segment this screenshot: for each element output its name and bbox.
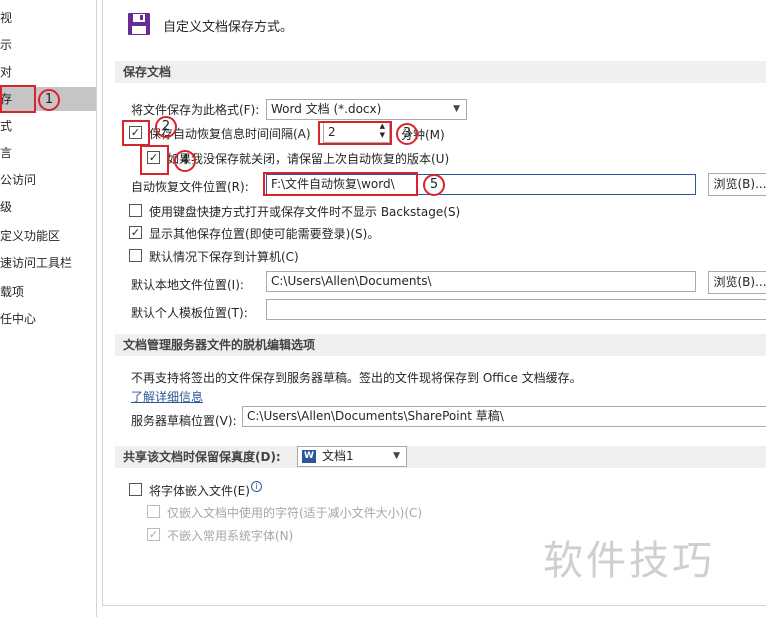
annotation-box-minutes	[318, 121, 392, 145]
chevron-down-icon: ▼	[393, 451, 400, 461]
sidebar-item-quick-access[interactable]: 速访问工具栏	[0, 251, 96, 275]
embed-fonts-label: 将字体嵌入文件(E)	[149, 484, 250, 498]
embed-used-chars-checkbox	[147, 505, 160, 518]
hide-backstage-label: 使用键盘快捷方式打开或保存文件时不显示 Backstage(S)	[149, 205, 461, 219]
show-additional-places-checkbox[interactable]: ✓	[129, 226, 142, 239]
info-icon[interactable]: i	[251, 481, 262, 492]
sidebar-item-customize-ribbon[interactable]: 定义功能区	[0, 224, 96, 248]
server-drafts-label: 服务器草稿位置(V):	[131, 414, 237, 428]
annotation-1: 1	[38, 89, 60, 111]
embed-fonts-checkbox[interactable]	[129, 483, 142, 496]
browse-default-local-button[interactable]: 浏览(B)...	[708, 271, 766, 294]
keep-last-version-label: 如果我没保存就关闭，请保留上次自动恢复的版本(U)	[167, 152, 450, 166]
annotation-3: 3	[396, 123, 418, 145]
annotation-2: 2	[155, 116, 177, 138]
save-to-computer-label: 默认情况下保存到计算机(C)	[149, 250, 299, 264]
sidebar-item-addins[interactable]: 载项	[0, 280, 96, 304]
server-drafts-input[interactable]: C:\Users\Allen\Documents\SharePoint 草稿\	[242, 406, 766, 427]
save-disk-icon	[127, 12, 151, 36]
default-template-location-input[interactable]	[266, 299, 766, 320]
annotation-4: 4	[174, 150, 196, 172]
annotation-box-autorecover-checkbox	[122, 120, 150, 146]
no-common-fonts-label: 不嵌入常用系统字体(N)	[167, 529, 294, 543]
annotation-box-keep-version	[140, 145, 169, 175]
page-title: 自定义文档保存方式。	[163, 20, 294, 35]
format-select[interactable]: Word 文档 (*.docx) ▼	[266, 99, 467, 120]
browse-autorecover-button[interactable]: 浏览(B)...	[708, 173, 766, 196]
autorecover-location-label: 自动恢复文件位置(R):	[131, 180, 249, 194]
sidebar-item-proofing[interactable]: 示	[0, 33, 96, 57]
hide-backstage-checkbox[interactable]	[129, 204, 142, 217]
options-panel: 自定义文档保存方式。 保存文档 将文件保存为此格式(F): Word 文档 (*…	[102, 0, 766, 606]
sidebar-item-trust-center[interactable]: 任中心	[0, 307, 96, 331]
sidebar-item-accessibility[interactable]: 公访问	[0, 168, 96, 192]
no-common-fonts-checkbox: ✓	[147, 528, 160, 541]
sidebar-item-language[interactable]: 言	[0, 141, 96, 165]
section-heading-save: 保存文档	[115, 61, 766, 83]
annotation-box-location	[263, 172, 418, 196]
offline-info-text: 不再支持将签出的文件保存到服务器草稿。签出的文件现将保存到 Office 文档缓…	[131, 371, 582, 385]
sidebar-item-general[interactable]: 对	[0, 60, 96, 84]
save-to-computer-checkbox[interactable]	[129, 249, 142, 262]
section-heading-fidelity: 共享该文档时保留保真度(D):	[115, 446, 766, 468]
fidelity-document-value: 文档1	[322, 449, 354, 463]
word-document-icon: W	[302, 450, 316, 463]
format-select-value: Word 文档 (*.docx)	[271, 102, 382, 116]
embed-used-chars-label: 仅嵌入文档中使用的字符(适于减小文件大小)(C)	[167, 506, 423, 520]
default-template-location-label: 默认个人模板位置(T):	[131, 306, 248, 320]
sidebar-item-advanced[interactable]: 级	[0, 195, 96, 219]
section-heading-offline: 文档管理服务器文件的脱机编辑选项	[115, 334, 766, 356]
learn-more-link[interactable]: 了解详细信息	[131, 388, 203, 405]
annotation-box-save-nav	[0, 85, 36, 113]
sidebar-item-format[interactable]: 式	[0, 114, 96, 138]
default-local-location-input[interactable]: C:\Users\Allen\Documents\	[266, 271, 696, 292]
fidelity-document-select[interactable]: W 文档1 ▼	[297, 446, 407, 467]
show-additional-places-label: 显示其他保存位置(即使可能需要登录)(S)。	[149, 227, 380, 241]
default-local-location-label: 默认本地文件位置(I):	[131, 278, 244, 292]
watermark-text: 软件技巧	[543, 538, 715, 584]
sidebar-item-display[interactable]: 视	[0, 6, 96, 30]
format-label: 将文件保存为此格式(F):	[131, 103, 260, 117]
annotation-5: 5	[423, 174, 445, 196]
chevron-down-icon: ▼	[453, 104, 460, 114]
